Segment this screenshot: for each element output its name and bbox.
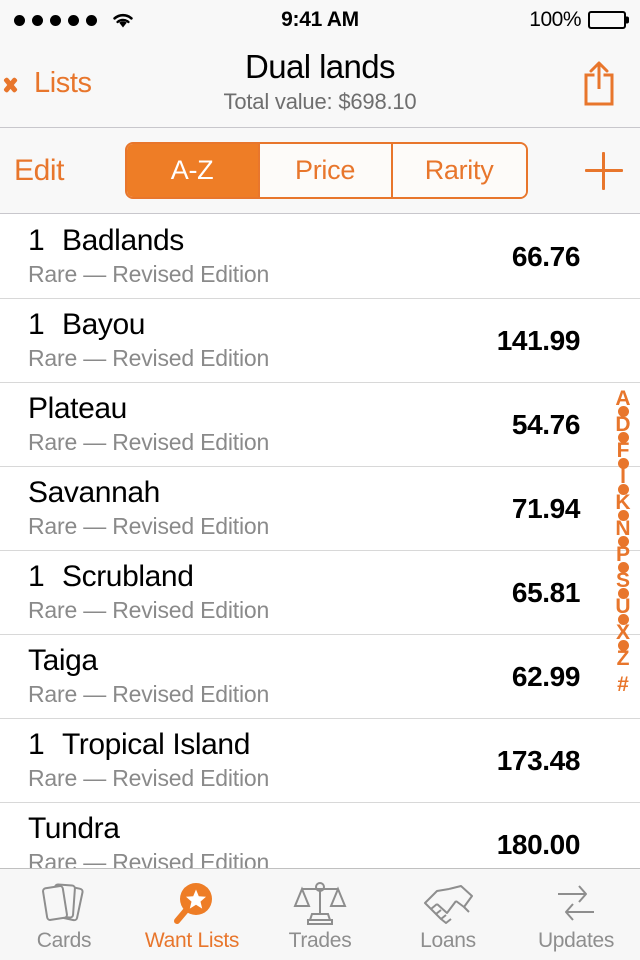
card-row-price: 180.00 [496, 828, 581, 860]
card-row-name: Tropical Island [62, 728, 250, 761]
sort-toolbar: Edit A-Z Price Rarity [0, 128, 640, 214]
card-row[interactable]: 1 Bayou Rare — Revised Edition 141.99 [0, 299, 640, 383]
navigation-bar: Lists Dual lands Total value: $698.10 [0, 40, 640, 128]
card-row[interactable]: 1 Tropical Island Rare — Revised Edition 17… [0, 719, 640, 803]
battery-percentage: 100% [529, 8, 581, 31]
tab-label: Updates [537, 929, 615, 952]
chevron-left-icon [14, 71, 29, 97]
card-row-price: 141.99 [496, 324, 581, 356]
card-row[interactable]: Taiga Rare — Revised Edition 62.99 [0, 635, 640, 719]
card-row[interactable]: Savannah Rare — Revised Edition 71.94 [0, 467, 640, 551]
tab-cards[interactable]: Cards [0, 869, 128, 960]
card-row-price: 173.48 [496, 744, 581, 776]
tab-trades[interactable]: Trades [256, 869, 384, 960]
card-row-price: 54.76 [511, 408, 580, 440]
card-row-name: Plateau [28, 392, 127, 425]
sort-segment-a-z[interactable]: A-Z [126, 144, 260, 197]
card-row[interactable]: Tundra Rare — Revised Edition 180.00 [0, 803, 640, 868]
add-card-button[interactable] [582, 149, 626, 193]
tab-bar: Cards Want Lists Trades Loans Updates [0, 868, 640, 960]
card-row-quantity: 1 [28, 308, 45, 341]
tab-label: Want Lists [144, 929, 240, 952]
page-subtitle-total-value: Total value: $698.10 [223, 89, 417, 114]
page-title: Dual lands [245, 48, 396, 85]
card-row-name: Badlands [62, 224, 184, 257]
index-letter-#[interactable]: # [606, 672, 640, 698]
tab-label: Cards [36, 929, 92, 952]
card-row-name: Scrubland [62, 560, 194, 593]
card-row-price: 65.81 [511, 576, 580, 608]
card-row-quantity: 1 [28, 728, 45, 761]
battery-full-icon [588, 11, 629, 29]
sort-segmented-control[interactable]: A-Z Price Rarity [124, 142, 528, 199]
card-row[interactable]: Plateau Rare — Revised Edition 54.76 [0, 383, 640, 467]
tab-loans[interactable]: Loans [384, 869, 512, 960]
refresh-arrows-icon [548, 880, 604, 926]
card-list[interactable]: 1 Badlands Rare — Revised Edition 66.76 1 Bay… [0, 215, 640, 868]
cards-stack-icon [36, 880, 92, 926]
status-bar-right: 100% [529, 8, 629, 32]
sort-segment-rarity[interactable]: Rarity [392, 144, 526, 197]
tab-updates[interactable]: Updates [512, 869, 640, 960]
card-row-name: Tundra [28, 812, 120, 845]
card-row-price: 71.94 [511, 492, 580, 524]
status-bar: 9:41 AM 100% [0, 0, 640, 40]
tab-want-lists[interactable]: Want Lists [128, 869, 256, 960]
back-button-label: Lists [34, 67, 92, 99]
card-row-price: 62.99 [511, 660, 580, 692]
nav-title-block: Dual lands Total value: $698.10 [0, 46, 640, 116]
card-row-quantity: 1 [28, 560, 45, 593]
card-row-name: Taiga [28, 644, 98, 677]
card-row[interactable]: 1 Badlands Rare — Revised Edition 66.76 [0, 215, 640, 299]
balance-scales-icon [292, 880, 348, 926]
edit-button[interactable]: Edit [14, 154, 70, 188]
tab-label: Trades [288, 929, 352, 952]
card-row-quantity: 1 [28, 224, 45, 257]
sort-segment-price[interactable]: Price [259, 144, 393, 197]
tab-label: Loans [420, 929, 476, 952]
card-row[interactable]: 1 Scrubland Rare — Revised Edition 65.81 [0, 551, 640, 635]
share-icon [584, 61, 614, 105]
alphabet-index-bar[interactable]: A D F I K N P S U X Z # [606, 215, 640, 868]
back-button-lists[interactable]: Lists [0, 67, 92, 100]
card-row-name: Savannah [28, 476, 160, 509]
share-button[interactable] [576, 58, 622, 110]
handshake-icon [419, 880, 477, 926]
magnifier-star-icon [166, 880, 218, 926]
card-row-name: Bayou [62, 308, 146, 341]
card-row-price: 66.76 [511, 240, 580, 272]
